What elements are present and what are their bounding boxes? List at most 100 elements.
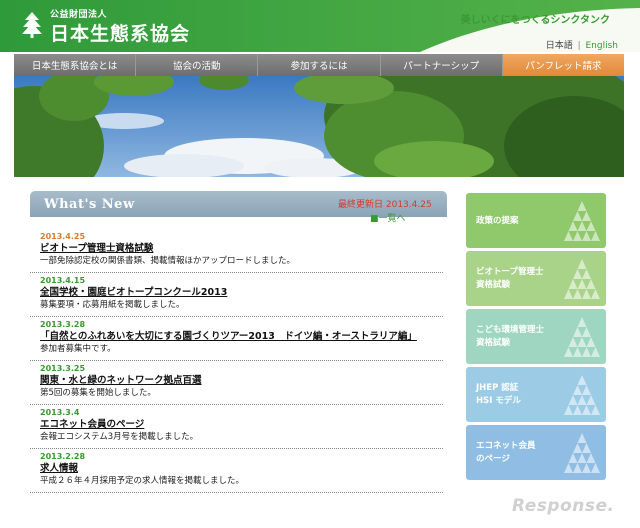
nav-about[interactable]: 日本生態系協会とは [14, 54, 137, 76]
tree-triangle [568, 453, 578, 463]
tree-triangle [591, 347, 600, 357]
news-item: 2013.4.15 全国学校・園庭ビオトープコンクール2013 募集要項・応募用… [30, 273, 443, 317]
response-watermark: Response. [512, 496, 615, 516]
news-list: 2013.4.25 ビオトープ管理士資格試験 一部免除認定校の関係書類、掲載情報… [30, 229, 447, 493]
tree-triangle [568, 279, 578, 289]
tree-triangle [577, 259, 587, 269]
tree-triangle [586, 221, 596, 231]
hero-image [14, 76, 624, 177]
news-item: 2013.3.4 エコネット会員のページ 会報エコシステム3月号を掲載しました。 [30, 405, 443, 449]
news-description: 募集要項・応募用紙を掲載しました。 [40, 300, 185, 310]
side-button-label: のページ [476, 454, 510, 464]
side-button-label: ビオトープ管理士 [476, 267, 544, 277]
tree-pattern-icon [564, 259, 600, 299]
news-description: 平成２６年４月採用予定の求人情報を掲載しました。 [40, 476, 245, 486]
news-description: 参加者募集中です。 [40, 344, 116, 354]
news-title-link[interactable]: 「自然とのふれあいを大切にする園づくりツアー2013 ドイツ編・オーストラリア編… [40, 330, 443, 343]
tree-triangle [573, 463, 582, 473]
news-title-link[interactable]: 求人情報 [40, 462, 443, 475]
tree-triangle [586, 453, 596, 463]
news-item: 2013.2.28 求人情報 平成２６年４月採用予定の求人情報を掲載しました。 [30, 449, 443, 493]
whats-new-title: What's New [44, 197, 135, 212]
tree-triangle [586, 279, 596, 289]
tree-triangle [586, 337, 596, 347]
news-description: 一部免除認定校の関係書類、掲載情報ほかアップロードしました。 [40, 256, 296, 266]
tree-triangle [564, 347, 573, 357]
tree-triangle [573, 385, 582, 395]
news-date: 2013.4.15 [40, 276, 86, 285]
nav-activities[interactable]: 協会の活動 [136, 54, 259, 76]
tree-triangle [582, 231, 591, 241]
tree-triangle [577, 279, 587, 289]
side-button-jhep[interactable]: JHEP 認証 HSI モデル [466, 367, 606, 422]
side-button-policy[interactable]: 政策の提案 [466, 193, 606, 248]
tree-triangle [577, 337, 587, 347]
tree-triangle [582, 269, 591, 279]
tree-triangle [582, 385, 591, 395]
lang-japanese-link[interactable]: 日本語 [546, 41, 573, 51]
tree-triangle [582, 347, 591, 357]
tree-triangle [573, 347, 582, 357]
tree-triangle [564, 289, 573, 299]
tree-triangle [582, 289, 591, 299]
whats-new-panel: What's New 2013.4.25 ビオトープ管理士資格試験 一部免除認定… [30, 191, 447, 528]
tree-triangle [577, 433, 587, 443]
side-menu: 政策の提案 ビオトープ管理士 資格試験 こども環境管理士 資格試験 JHEP 認… [466, 193, 606, 483]
news-item: 2013.3.28 「自然とのふれあいを大切にする園づくりツアー2013 ドイツ… [30, 317, 443, 361]
tree-pattern-icon [564, 201, 600, 241]
news-date: 2013.3.25 [40, 364, 86, 373]
nav-partnership[interactable]: パートナーシップ [380, 54, 503, 76]
tree-triangle [573, 289, 582, 299]
news-title-link[interactable]: 全国学校・園庭ビオトープコンクール2013 [40, 286, 443, 299]
nav-pamphlet[interactable]: パンフレット請求 [502, 54, 625, 76]
side-button-label: 政策の提案 [476, 216, 519, 226]
tree-triangle [577, 221, 587, 231]
lang-separator: | [577, 41, 581, 51]
nav-join[interactable]: 参加するには [258, 54, 381, 76]
news-date: 2013.2.28 [40, 452, 86, 461]
tree-triangle [573, 327, 582, 337]
tree-triangle [577, 453, 587, 463]
news-date: 2013.3.28 [40, 320, 86, 329]
news-title-link[interactable]: エコネット会員のページ [40, 418, 443, 431]
tree-logo-icon [22, 12, 42, 38]
tree-triangle [568, 395, 578, 405]
side-button-label: JHEP 認証 [476, 383, 519, 393]
side-button-biotope-exam[interactable]: ビオトープ管理士 資格試験 [466, 251, 606, 306]
tree-triangle [582, 463, 591, 473]
news-description: 第5回の募集を開始しました。 [40, 388, 156, 398]
tree-triangle [564, 405, 573, 415]
tree-triangle [573, 269, 582, 279]
tree-triangle [582, 405, 591, 415]
view-all-link[interactable]: ■一覧へ [370, 211, 406, 224]
side-button-label: こども環境管理士 [476, 325, 545, 335]
tagline: 美しいくにをつくるシンクタンク [460, 15, 610, 26]
tree-triangle [573, 405, 582, 415]
news-date: 2013.4.25 [40, 232, 86, 241]
tree-triangle [573, 211, 582, 221]
last-updated: 最終更新日 2013.4.25 [338, 200, 432, 210]
side-button-kids-env-exam[interactable]: こども環境管理士 資格試験 [466, 309, 606, 364]
site-header: 公益財団法人 日本生態系協会 美しいくにをつくるシンクタンク 日本語 | Eng… [0, 0, 640, 52]
lang-english-link[interactable]: English [586, 41, 619, 51]
tree-triangle [591, 463, 600, 473]
side-button-econet[interactable]: エコネット会員 のページ [466, 425, 606, 480]
news-item: 2013.3.25 関東・水と緑のネットワーク拠点百選 第5回の募集を開始しまし… [30, 361, 443, 405]
tree-triangle [591, 405, 600, 415]
side-button-label: エコネット会員 [476, 441, 536, 451]
side-button-label: 資格試験 [476, 338, 511, 348]
org-name[interactable]: 日本生態系協会 [50, 19, 190, 46]
tree-triangle [564, 231, 573, 241]
side-button-label: 資格試験 [476, 280, 511, 290]
side-button-label: HSI モデル [476, 396, 521, 406]
tree-triangle [573, 231, 582, 241]
news-title-link[interactable]: ビオトープ管理士資格試験 [40, 242, 443, 255]
news-item: 2013.4.25 ビオトープ管理士資格試験 一部免除認定校の関係書類、掲載情報… [30, 229, 443, 273]
tree-triangle [591, 289, 600, 299]
tree-triangle [582, 327, 591, 337]
news-title-link[interactable]: 関東・水と緑のネットワーク拠点百選 [40, 374, 443, 387]
tree-pattern-icon [564, 375, 600, 415]
tree-triangle [582, 443, 591, 453]
tree-triangle [577, 395, 587, 405]
tree-triangle [591, 231, 600, 241]
